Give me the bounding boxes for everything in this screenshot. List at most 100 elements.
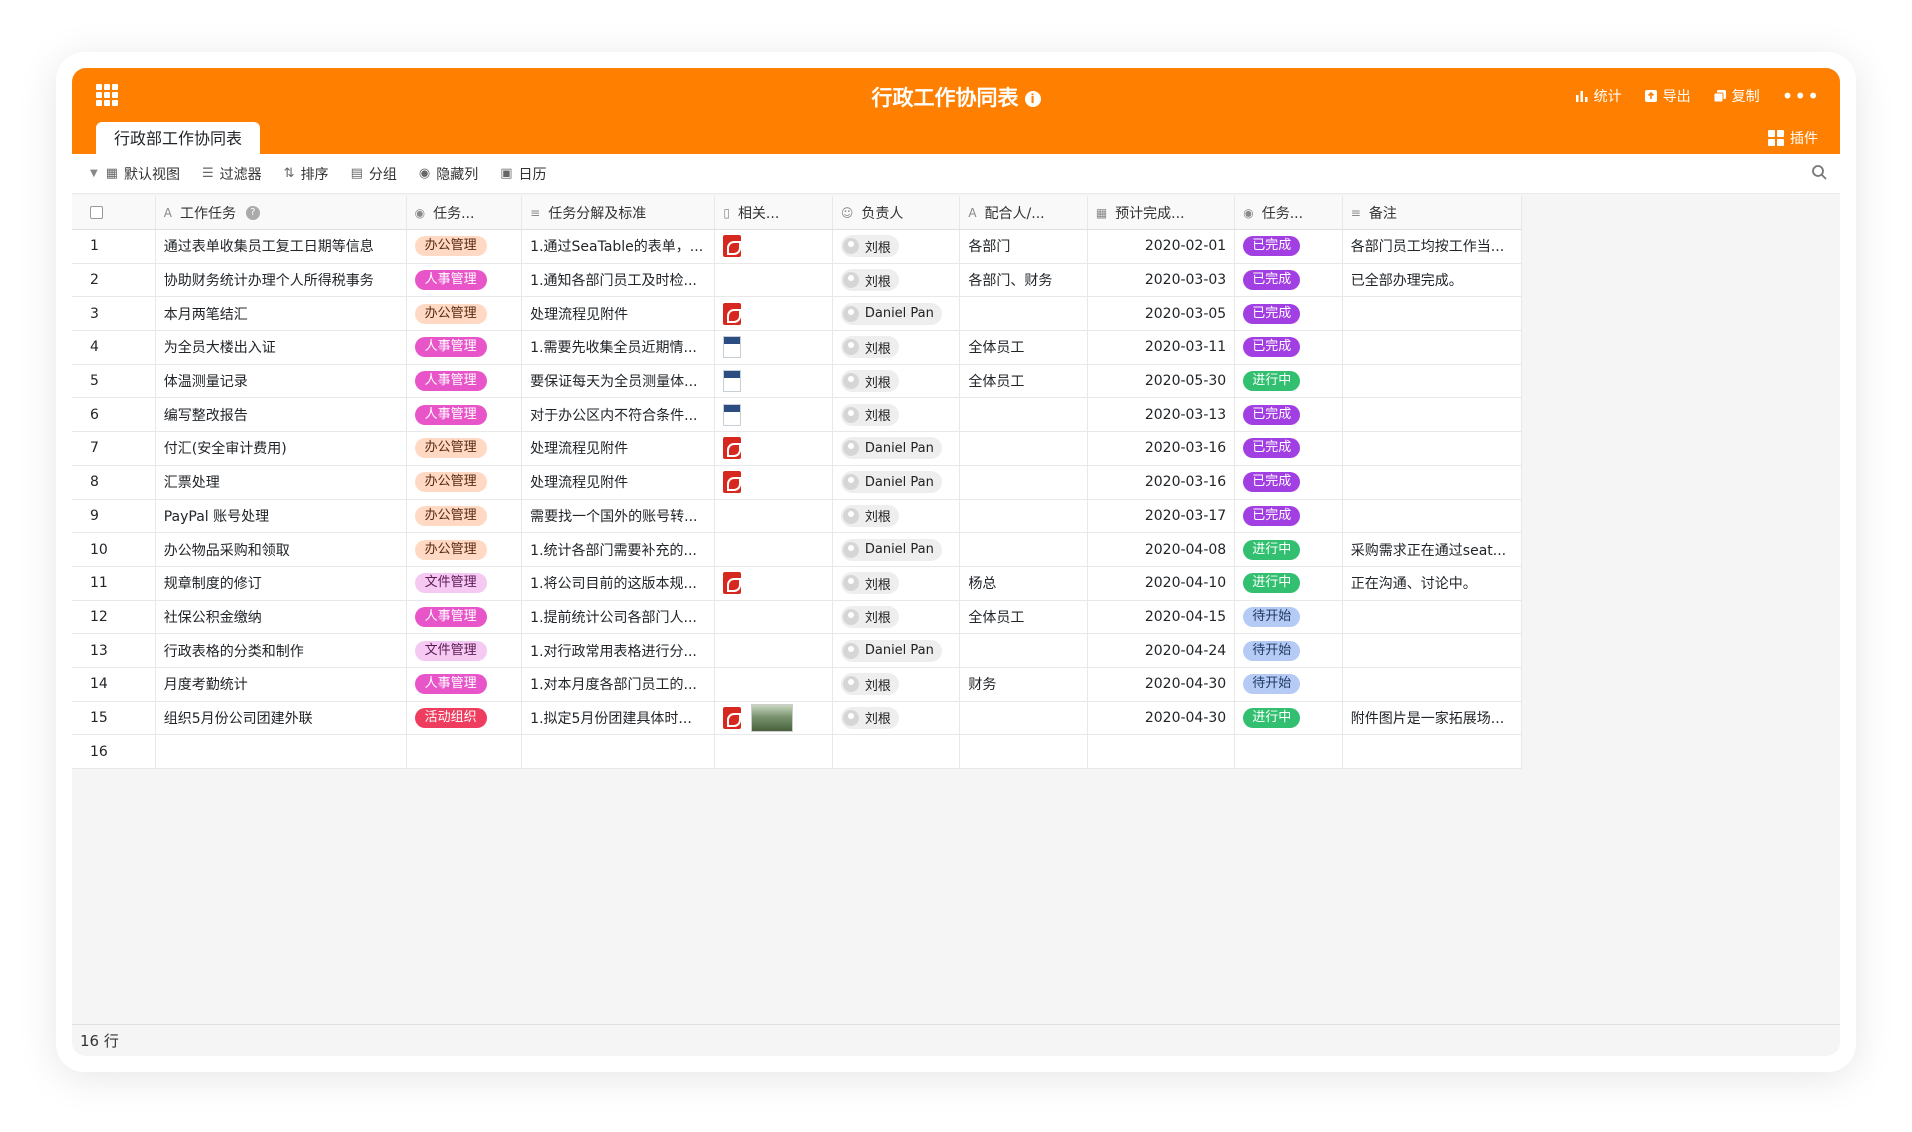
- image-thumbnail[interactable]: [751, 703, 794, 732]
- date-cell[interactable]: 2020-03-11: [1088, 331, 1236, 364]
- row-number[interactable]: 14: [72, 667, 156, 701]
- task-cell[interactable]: 社保公积金缴纳: [156, 600, 407, 634]
- status-cell[interactable]: 进行中: [1235, 364, 1343, 398]
- files-cell[interactable]: [715, 432, 833, 465]
- category-cell[interactable]: 人事管理: [407, 364, 523, 398]
- row-number[interactable]: 1: [72, 230, 156, 263]
- document-file-icon[interactable]: [723, 336, 742, 359]
- table-row[interactable]: 3 本月两笔结汇 办公管理 处理流程见附件 Daniel Pan 2020-03-05 已完…: [72, 297, 1523, 332]
- detail-cell[interactable]: 1.将公司目前的这版本规...: [522, 566, 716, 600]
- status-cell[interactable]: 已完成: [1235, 499, 1343, 533]
- note-cell[interactable]: [1343, 465, 1523, 499]
- table-row[interactable]: 1 通过表单收集员工复工日期等信息 办公管理 1.通过SeaTable的表单，... 刘…: [72, 230, 1523, 264]
- category-cell[interactable]: [407, 735, 523, 768]
- category-cell[interactable]: 人事管理: [407, 398, 523, 432]
- select-all-checkbox[interactable]: [90, 206, 103, 219]
- table-row[interactable]: 6 编写整改报告 人事管理 对于办公区内不符合条件... 刘根 2020-03-13 已完成: [72, 398, 1523, 433]
- table-row[interactable]: 11 规章制度的修订 文件管理 1.将公司目前的这版本规... 刘根 杨总 2020-04-…: [72, 566, 1523, 601]
- table-row[interactable]: 8 汇票处理 办公管理 处理流程见附件 Daniel Pan 2020-03-16 已完成: [72, 465, 1523, 500]
- files-cell[interactable]: [715, 533, 833, 566]
- table-row[interactable]: 7 付汇(安全审计费用) 办公管理 处理流程见附件 Daniel Pan 2020-03-…: [72, 432, 1523, 466]
- category-cell[interactable]: 活动组织: [407, 701, 523, 735]
- note-cell[interactable]: [1343, 634, 1523, 667]
- category-cell[interactable]: 人事管理: [407, 263, 523, 297]
- category-cell[interactable]: 人事管理: [407, 667, 523, 701]
- status-cell[interactable]: 待开始: [1235, 600, 1343, 634]
- pdf-file-icon[interactable]: [723, 471, 742, 494]
- note-cell[interactable]: 各部门员工均按工作当...: [1343, 230, 1523, 263]
- table-row[interactable]: 13 行政表格的分类和制作 文件管理 1.对行政常用表格进行分... Daniel Pa…: [72, 634, 1523, 668]
- files-cell[interactable]: [715, 735, 833, 768]
- status-cell[interactable]: [1235, 735, 1343, 768]
- detail-cell[interactable]: 1.对行政常用表格进行分...: [522, 634, 716, 667]
- date-cell[interactable]: 2020-03-17: [1088, 499, 1236, 533]
- default-view-button[interactable]: ▦ 默认视图: [106, 164, 180, 184]
- note-cell[interactable]: [1343, 499, 1523, 533]
- files-cell[interactable]: [715, 297, 833, 331]
- hide-columns-button[interactable]: ◉ 隐藏列: [419, 164, 478, 184]
- copy-button[interactable]: 复制: [1713, 86, 1760, 106]
- row-number[interactable]: 3: [72, 297, 156, 331]
- note-cell[interactable]: [1343, 600, 1523, 634]
- detail-cell[interactable]: 需要找一个国外的账号转...: [522, 499, 716, 533]
- task-cell[interactable]: PayPal 账号处理: [156, 499, 407, 533]
- detail-cell[interactable]: 1.通过SeaTable的表单，...: [522, 230, 716, 263]
- status-cell[interactable]: 待开始: [1235, 634, 1343, 667]
- owner-cell[interactable]: 刘根: [833, 566, 961, 600]
- table-row[interactable]: 16: [72, 735, 1523, 769]
- column-header-files[interactable]: ▯ 相关...: [715, 196, 833, 229]
- more-options-button[interactable]: •••: [1782, 86, 1820, 106]
- files-cell[interactable]: [715, 667, 833, 701]
- task-cell[interactable]: 行政表格的分类和制作: [156, 634, 407, 667]
- files-cell[interactable]: [715, 263, 833, 297]
- note-cell[interactable]: [1343, 432, 1523, 465]
- partner-cell[interactable]: [960, 398, 1088, 432]
- category-cell[interactable]: 办公管理: [407, 533, 523, 566]
- date-cell[interactable]: 2020-04-30: [1088, 701, 1236, 735]
- task-cell[interactable]: [156, 735, 407, 768]
- pdf-file-icon[interactable]: [723, 235, 742, 258]
- task-cell[interactable]: 本月两笔结汇: [156, 297, 407, 331]
- task-cell[interactable]: 组织5月份公司团建外联: [156, 701, 407, 735]
- date-cell[interactable]: 2020-03-16: [1088, 432, 1236, 465]
- files-cell[interactable]: [715, 364, 833, 398]
- partner-cell[interactable]: [960, 634, 1088, 667]
- partner-cell[interactable]: [960, 735, 1088, 768]
- date-cell[interactable]: 2020-02-01: [1088, 230, 1236, 263]
- column-header-category[interactable]: ◉ 任务...: [407, 196, 523, 229]
- detail-cell[interactable]: 1.统计各部门需要补充的...: [522, 533, 716, 566]
- status-cell[interactable]: 已完成: [1235, 230, 1343, 263]
- calendar-button[interactable]: ▣ 日历: [500, 164, 546, 184]
- category-cell[interactable]: 人事管理: [407, 600, 523, 634]
- row-number[interactable]: 12: [72, 600, 156, 634]
- pdf-file-icon[interactable]: [723, 302, 742, 325]
- files-cell[interactable]: [715, 465, 833, 499]
- category-cell[interactable]: 文件管理: [407, 634, 523, 667]
- table-row[interactable]: 14 月度考勤统计 人事管理 1.对本月度各部门员工的... 刘根 财务 2020-04-3…: [72, 667, 1523, 702]
- category-cell[interactable]: 办公管理: [407, 432, 523, 465]
- detail-cell[interactable]: 处理流程见附件: [522, 432, 716, 465]
- note-cell[interactable]: 附件图片是一家拓展场...: [1343, 701, 1523, 735]
- date-cell[interactable]: 2020-05-30: [1088, 364, 1236, 398]
- detail-cell[interactable]: 处理流程见附件: [522, 465, 716, 499]
- files-cell[interactable]: [715, 701, 833, 735]
- owner-cell[interactable]: 刘根: [833, 667, 961, 701]
- category-cell[interactable]: 人事管理: [407, 331, 523, 364]
- date-cell[interactable]: 2020-03-05: [1088, 297, 1236, 331]
- category-cell[interactable]: 办公管理: [407, 499, 523, 533]
- document-file-icon[interactable]: [723, 370, 742, 393]
- row-number[interactable]: 9: [72, 499, 156, 533]
- column-header-date[interactable]: ▦ 预计完成...: [1088, 196, 1236, 229]
- task-cell[interactable]: 汇票处理: [156, 465, 407, 499]
- date-cell[interactable]: [1088, 735, 1236, 768]
- help-icon[interactable]: ?: [245, 205, 260, 220]
- detail-cell[interactable]: 1.需要先收集全员近期情...: [522, 331, 716, 364]
- owner-cell[interactable]: [833, 735, 961, 768]
- note-cell[interactable]: 已全部办理完成。: [1343, 263, 1523, 297]
- note-cell[interactable]: [1343, 398, 1523, 432]
- table-tab[interactable]: 行政部工作协同表: [96, 122, 261, 154]
- status-cell[interactable]: 进行中: [1235, 566, 1343, 600]
- category-cell[interactable]: 办公管理: [407, 465, 523, 499]
- owner-cell[interactable]: 刘根: [833, 230, 961, 263]
- table-row[interactable]: 2 协助财务统计办理个人所得税事务 人事管理 1.通知各部门员工及时检... 刘根 各部门…: [72, 263, 1523, 298]
